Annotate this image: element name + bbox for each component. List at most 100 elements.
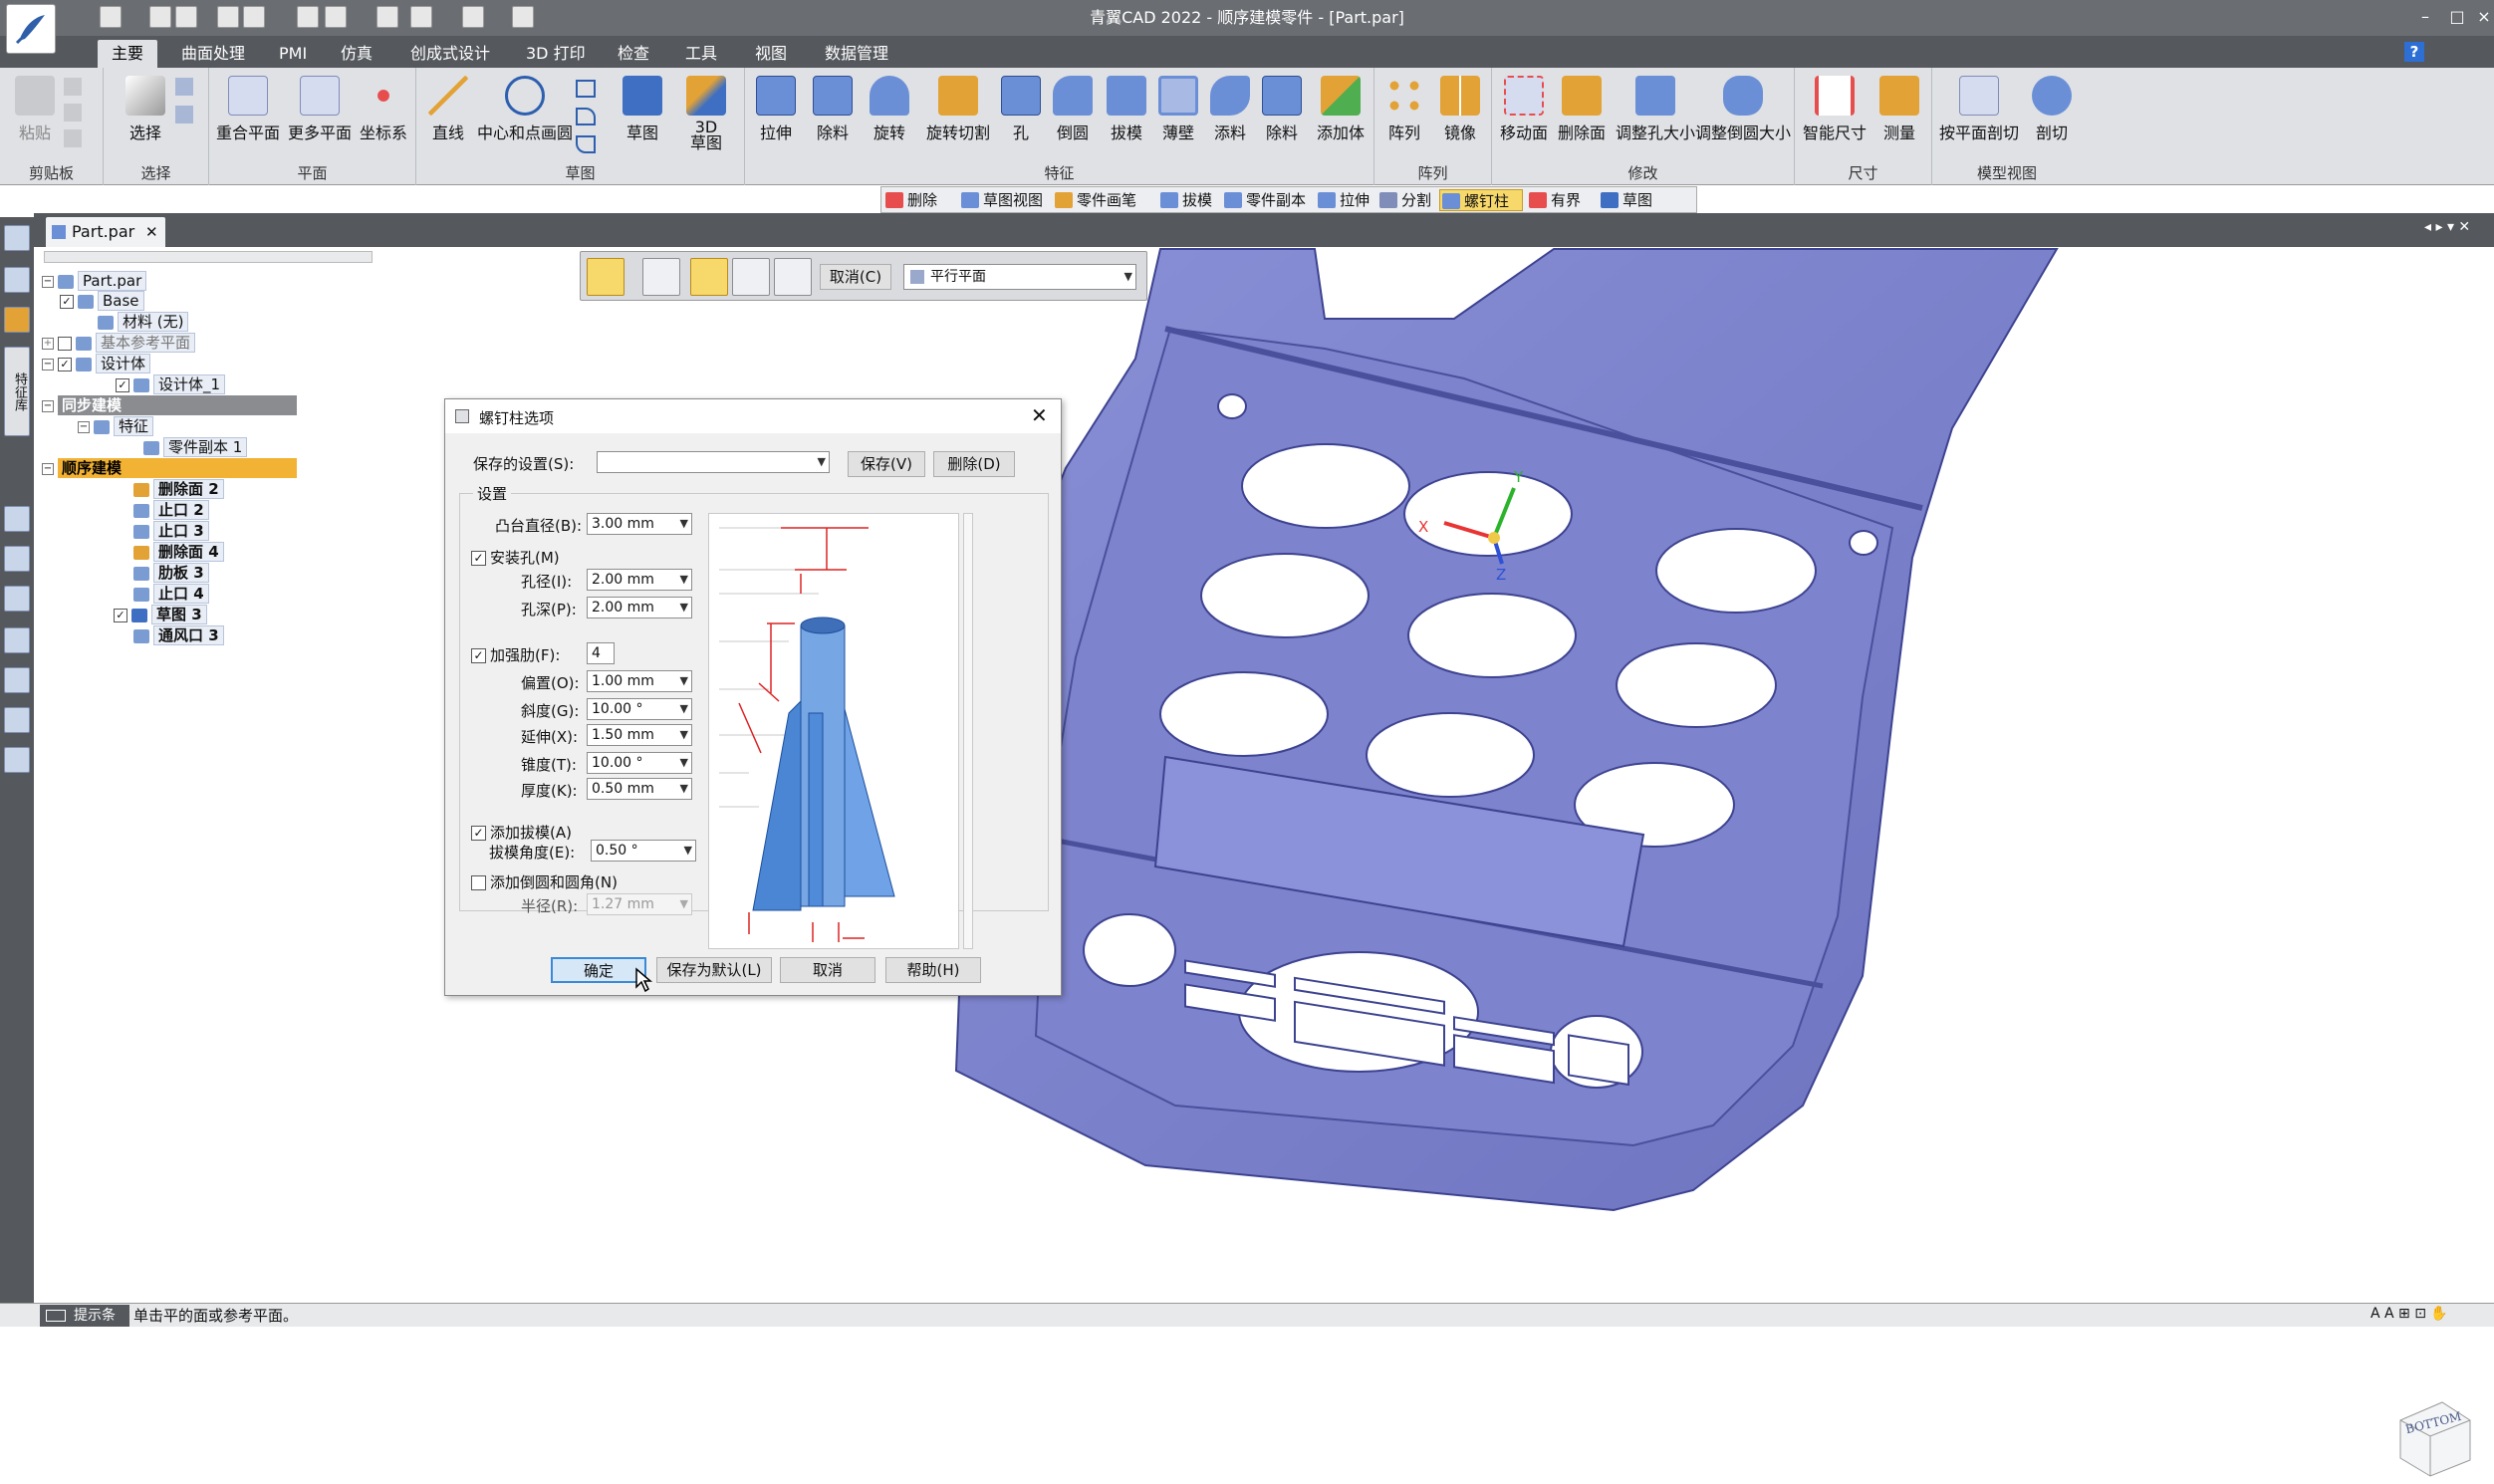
delete-face-button[interactable]: 删除面 xyxy=(1552,76,1612,143)
offset-input[interactable]: 1.00 mm ▼ xyxy=(587,670,692,692)
taper-input[interactable]: 10.00 ° ▼ xyxy=(587,752,692,774)
tab-inspect[interactable]: 检查 xyxy=(604,40,663,68)
print-icon[interactable] xyxy=(297,6,319,28)
slope-input[interactable]: 10.00 ° ▼ xyxy=(587,698,692,720)
app-logo-icon[interactable] xyxy=(6,4,56,54)
tab-surfacing[interactable]: 曲面处理 xyxy=(167,40,259,68)
coordinate-system-button[interactable]: 坐标系 xyxy=(353,76,414,143)
tree-item[interactable]: 止口 2 xyxy=(133,500,209,520)
revolved-cut-button[interactable]: 旋转切割 xyxy=(916,76,1000,143)
cmd-bounded[interactable]: 有界 xyxy=(1527,189,1581,211)
mount-hole-checkbox[interactable]: ✓ 安装孔(M) xyxy=(471,547,560,568)
radius-input[interactable]: 1.27 mm ▼ xyxy=(587,893,692,915)
extend-input[interactable]: 1.50 mm ▼ xyxy=(587,724,692,746)
cmd-delete[interactable]: 删除 xyxy=(883,189,937,211)
hole-diameter-input[interactable]: 2.00 mm ▼ xyxy=(587,569,692,591)
library-icon[interactable] xyxy=(4,267,30,293)
tree-part-copy[interactable]: 零件副本 1 xyxy=(143,437,248,457)
save-icon[interactable] xyxy=(217,6,239,28)
cancel-command-button[interactable]: 取消(C) xyxy=(820,264,891,290)
add-body-button[interactable]: 添加体 xyxy=(1309,76,1372,143)
hole-button[interactable]: 孔 xyxy=(996,76,1046,143)
tab-home[interactable]: 主要 xyxy=(98,40,158,68)
draft-angle-input[interactable]: 0.50 ° ▼ xyxy=(591,840,696,862)
tree-ref-planes[interactable]: + 基本参考平面 xyxy=(42,333,196,353)
cmd-draft[interactable]: 拔模 xyxy=(1158,189,1212,211)
model-view[interactable]: Y X Z xyxy=(34,247,2494,1303)
select-plane-step-button[interactable] xyxy=(690,258,728,296)
tab-pmi[interactable]: PMI xyxy=(265,40,321,68)
boss-step-button[interactable] xyxy=(587,258,624,296)
cmd-extrude[interactable]: 拉伸 xyxy=(1316,189,1370,211)
tree-sync-modeling[interactable]: − 同步建模 xyxy=(42,395,321,415)
delete-settings-button[interactable]: 删除(D) xyxy=(933,451,1015,477)
resize-hole-button[interactable]: 调整孔大小 xyxy=(1610,76,1701,143)
sketch-button[interactable]: 草图 xyxy=(616,76,669,143)
save-settings-button[interactable]: 保存(V) xyxy=(848,451,925,477)
grid-icon[interactable] xyxy=(4,667,30,693)
tab-view[interactable]: 视图 xyxy=(741,40,801,68)
mirror-button[interactable]: 镜像 xyxy=(1432,76,1488,143)
3d-sketch-button[interactable]: 3D 草图 xyxy=(679,76,733,151)
cmd-split[interactable]: 分割 xyxy=(1377,189,1431,211)
select-mode-icon[interactable] xyxy=(175,106,193,124)
round-button[interactable]: 倒圆 xyxy=(1044,76,1102,143)
feature-library-tab[interactable]: 特征库 xyxy=(4,347,30,436)
repeat-icon[interactable] xyxy=(512,6,534,28)
rectangle-icon[interactable] xyxy=(576,80,596,98)
cmd-part-copy[interactable]: 零件副本 xyxy=(1222,189,1306,211)
sketch-visibility-checkbox[interactable]: ✓ xyxy=(114,608,127,622)
draft-button[interactable]: 拔模 xyxy=(1100,76,1153,143)
remove-material-button[interactable]: 除料 xyxy=(1255,76,1309,143)
options-button[interactable] xyxy=(642,258,680,296)
tree-root[interactable]: − Part.par xyxy=(42,271,147,291)
tree-base[interactable]: ✓ Base xyxy=(60,291,144,311)
print-preview-icon[interactable] xyxy=(325,6,347,28)
boss-diameter-input[interactable]: 3.00 mm ▼ xyxy=(587,513,692,535)
close-tab-icon[interactable]: ✕ xyxy=(145,217,158,247)
cmd-sketch-view[interactable]: 草图视图 xyxy=(959,189,1043,211)
cmd-part-painter[interactable]: 零件画笔 xyxy=(1053,189,1136,211)
dialog-close-icon[interactable]: ✕ xyxy=(1031,403,1048,427)
tab-3d-print[interactable]: 3D 打印 xyxy=(512,40,600,68)
save-as-default-button[interactable]: 保存为默认(L) xyxy=(656,957,772,983)
appearance-icon[interactable] xyxy=(4,586,30,612)
tree-item[interactable]: 肋板 3 xyxy=(133,563,209,583)
ribs-checkbox[interactable]: ✓ 加强肋(F): xyxy=(471,644,560,665)
minimize-button[interactable]: – xyxy=(2410,4,2440,30)
cmd-screw-boss[interactable]: 螺钉柱 xyxy=(1439,189,1523,211)
saved-settings-select[interactable]: ▼ xyxy=(597,451,830,473)
view-navigation-cube[interactable]: BOTTOM xyxy=(2390,1394,2476,1480)
maximize-button[interactable]: □ xyxy=(2442,4,2472,30)
redo-icon[interactable] xyxy=(462,6,484,28)
tree-design-body-group[interactable]: − ✓ 设计体 xyxy=(42,354,151,373)
tree-item[interactable]: 止口 3 xyxy=(133,521,209,541)
close-window-button[interactable]: × xyxy=(2474,4,2494,30)
tab-generative-design[interactable]: 创成式设计 xyxy=(396,40,504,68)
tree-item[interactable]: 删除面 2 xyxy=(133,479,224,499)
layers-icon[interactable] xyxy=(4,225,30,251)
settings-icon[interactable] xyxy=(4,747,30,773)
circle-center-point-button[interactable]: 中心和点画圆 xyxy=(472,76,578,143)
depth-step-button[interactable] xyxy=(774,258,812,296)
pattern-button[interactable]: 阵列 xyxy=(1376,76,1432,143)
thin-wall-button[interactable]: 薄壁 xyxy=(1151,76,1205,143)
select-filter-icon[interactable] xyxy=(175,78,193,96)
add-fillet-checkbox[interactable]: 添加倒圆和圆角(N) xyxy=(471,871,618,892)
tree-item[interactable]: 删除面 4 xyxy=(133,542,224,562)
tab-data-management[interactable]: 数据管理 xyxy=(811,40,902,68)
revolve-button[interactable]: 旋转 xyxy=(861,76,918,143)
measure-button[interactable]: 测量 xyxy=(1870,76,1928,143)
ribs-count-input[interactable]: 4 xyxy=(587,642,615,664)
add-material-button[interactable]: 添料 xyxy=(1203,76,1257,143)
select-button[interactable]: 选择 xyxy=(120,76,171,143)
design-body-checkbox[interactable]: ✓ xyxy=(116,377,129,392)
tab-tools[interactable]: 工具 xyxy=(671,40,731,68)
section-button[interactable]: 剖切 xyxy=(2024,76,2080,143)
tree-item[interactable]: 通风口 3 xyxy=(133,625,224,645)
open-folder-icon[interactable] xyxy=(175,6,197,28)
ref-planes-checkbox[interactable] xyxy=(58,336,72,351)
cut-icon[interactable] xyxy=(64,78,82,96)
design-body-group-checkbox[interactable]: ✓ xyxy=(58,357,72,371)
cut-button[interactable]: 除料 xyxy=(805,76,861,143)
